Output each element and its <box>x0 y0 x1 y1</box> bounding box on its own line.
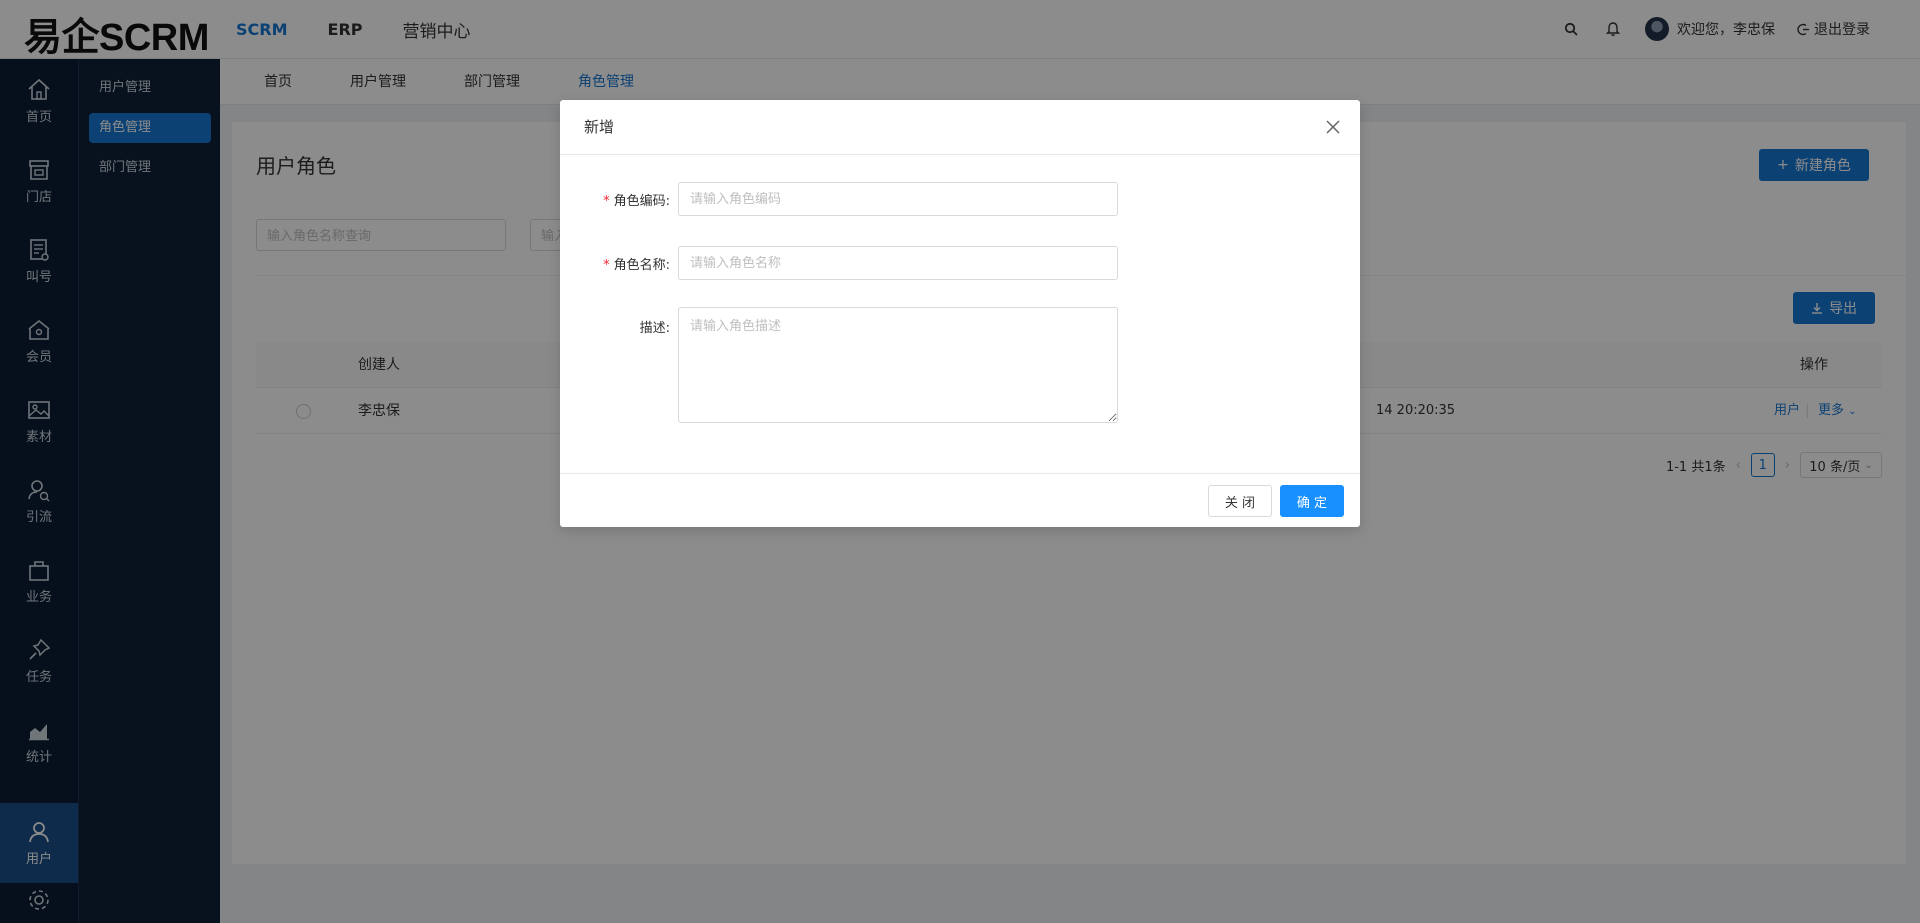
add-role-modal: 新增 *角色编码: *角色名称: 描述: 关 闭 确 定 <box>560 100 1360 527</box>
role-code-label-text: 角色编码: <box>613 194 670 209</box>
role-code-input[interactable] <box>678 182 1118 216</box>
required-mark: * <box>603 194 610 209</box>
role-name-label-text: 角色名称: <box>613 258 670 273</box>
form-row-role-name: * 角色名称: <box>560 246 1120 280</box>
role-name-input[interactable] <box>678 246 1118 280</box>
role-code-label: * 角色编码: <box>560 190 670 209</box>
form-row-description: 描述: <box>560 307 1120 423</box>
description-textarea[interactable] <box>678 307 1118 423</box>
close-button[interactable]: 关 闭 <box>1208 485 1272 517</box>
close-icon[interactable] <box>1324 118 1342 136</box>
form-row-role-code: * 角色编码: <box>560 182 1120 216</box>
modal-footer: 关 闭 确 定 <box>560 473 1360 527</box>
description-label: 描述: <box>639 321 670 336</box>
confirm-button[interactable]: 确 定 <box>1280 485 1344 517</box>
modal-title: 新增 <box>584 118 615 136</box>
modal-header: 新增 <box>560 100 1360 155</box>
required-mark: * <box>603 258 610 273</box>
role-name-label: * 角色名称: <box>560 254 670 273</box>
